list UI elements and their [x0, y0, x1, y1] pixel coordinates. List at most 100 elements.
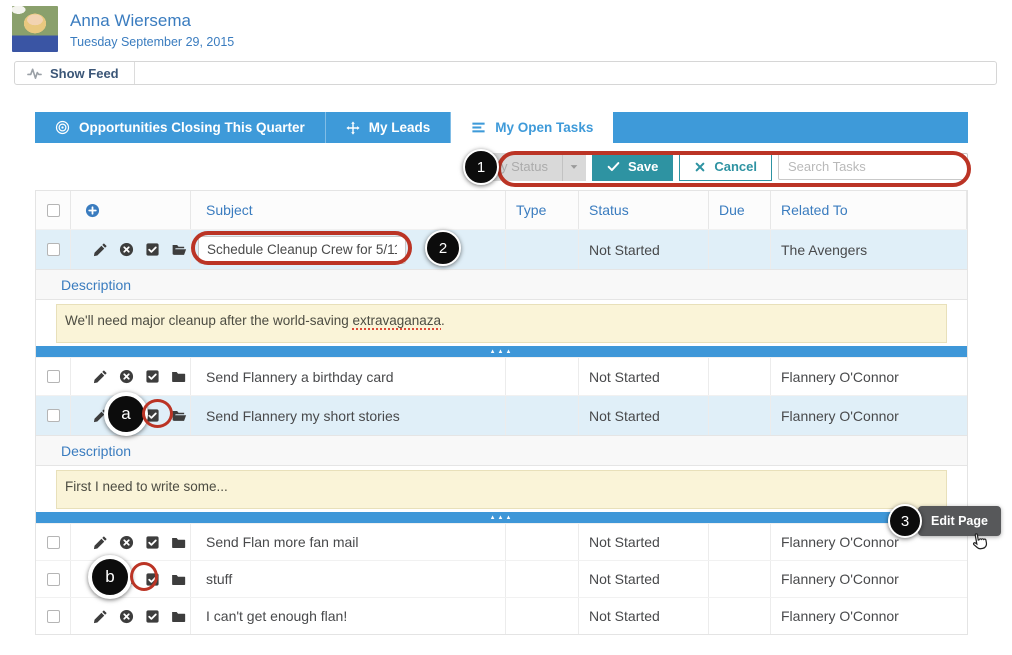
folder-icon[interactable]: [171, 535, 186, 550]
tasks-table: Subject Type Status Due Related To Not S…: [35, 190, 968, 635]
tab-label: Opportunities Closing This Quarter: [79, 120, 305, 135]
related-to-cell: Flannery O'Connor: [771, 561, 967, 597]
description-section: First I need to write some...: [36, 466, 967, 512]
type-cell: [506, 598, 579, 634]
delete-icon[interactable]: [119, 369, 134, 384]
column-header-status[interactable]: Status: [579, 191, 709, 229]
table-row: I can't get enough flan! Not Started Fla…: [36, 597, 967, 634]
delete-icon[interactable]: [119, 535, 134, 550]
tab-bar: Opportunities Closing This Quarter My Le…: [35, 112, 968, 143]
edit-page-button[interactable]: Edit Page: [918, 506, 1001, 536]
table-row: Send Flannery my short stories Not Start…: [36, 395, 967, 435]
grip-icon: ▲▲▲: [490, 515, 514, 521]
delete-icon[interactable]: [119, 609, 134, 624]
description-header: Description: [36, 269, 967, 300]
type-cell: [506, 524, 579, 560]
complete-icon[interactable]: [145, 369, 160, 384]
due-cell: [709, 524, 771, 560]
row-checkbox[interactable]: [47, 370, 60, 383]
status-cell: Not Started: [579, 598, 709, 634]
complete-icon[interactable]: [145, 535, 160, 550]
subject-cell: Send Flan more fan mail: [191, 524, 506, 560]
due-cell: [709, 396, 771, 435]
pencil-icon[interactable]: [93, 535, 108, 550]
related-to-cell: Flannery O'Connor: [771, 358, 967, 395]
pencil-icon[interactable]: [93, 242, 108, 257]
status-cell: Not Started: [579, 396, 709, 435]
bullseye-icon: [55, 120, 70, 135]
tab-label: My Open Tasks: [495, 120, 593, 135]
description-section: We'll need major cleanup after the world…: [36, 300, 967, 346]
tab-my-leads[interactable]: My Leads: [326, 112, 452, 143]
show-feed-label: Show Feed: [50, 66, 119, 81]
tab-label: My Leads: [369, 120, 431, 135]
hand-cursor-icon: [967, 529, 992, 558]
grip-icon: ▲▲▲: [490, 349, 514, 355]
row-checkbox[interactable]: [47, 610, 60, 623]
table-row: Not Started The Avengers: [36, 229, 967, 269]
annotation-red-box-toolbar: [497, 151, 971, 187]
status-cell: Not Started: [579, 358, 709, 395]
table-row: Send Flannery a birthday card Not Starte…: [36, 357, 967, 395]
table-row: Send Flan more fan mail Not Started Flan…: [36, 523, 967, 560]
type-cell: [506, 396, 579, 435]
row-checkbox[interactable]: [47, 409, 60, 422]
pencil-icon[interactable]: [93, 609, 108, 624]
subject-cell: Send Flannery my short stories: [191, 396, 506, 435]
related-to-cell: Flannery O'Connor: [771, 396, 967, 435]
column-header-subject[interactable]: Subject: [191, 191, 506, 229]
status-cell: Not Started: [579, 524, 709, 560]
folder-icon[interactable]: [171, 609, 186, 624]
annotation-red-circle-folder-open: [142, 399, 173, 428]
complete-icon[interactable]: [145, 609, 160, 624]
column-header-type[interactable]: Type: [506, 191, 579, 229]
subject-cell: stuff: [191, 561, 506, 597]
user-date: Tuesday September 29, 2015: [70, 35, 234, 49]
pulse-icon: [27, 66, 42, 81]
page: Anna Wiersema Tuesday September 29, 2015…: [0, 0, 1012, 655]
resize-handle[interactable]: ▲▲▲: [36, 346, 967, 357]
list-icon: [471, 120, 486, 135]
misspelled-word: extravaganaza: [352, 313, 441, 328]
status-cell: Not Started: [579, 561, 709, 597]
pencil-icon[interactable]: [93, 369, 108, 384]
column-header-related[interactable]: Related To: [771, 191, 967, 229]
due-cell: [709, 230, 771, 269]
folder-open-icon[interactable]: [171, 408, 187, 423]
description-header: Description: [36, 435, 967, 466]
feed-bar: Show Feed: [14, 61, 997, 85]
delete-icon[interactable]: [119, 242, 134, 257]
annotation-callout-2: 2: [425, 230, 461, 266]
description-textarea[interactable]: First I need to write some...: [56, 470, 947, 509]
tab-my-open-tasks[interactable]: My Open Tasks: [451, 112, 613, 143]
due-cell: [709, 561, 771, 597]
due-cell: [709, 358, 771, 395]
folder-open-icon[interactable]: [171, 242, 187, 257]
folder-icon[interactable]: [171, 369, 186, 384]
add-task-icon[interactable]: [85, 203, 100, 218]
related-to-cell: The Avengers: [771, 230, 967, 269]
type-cell: [506, 230, 579, 269]
type-cell: [506, 358, 579, 395]
move-icon: [346, 121, 360, 135]
profile-header: Anna Wiersema Tuesday September 29, 2015: [12, 6, 234, 52]
status-cell: Not Started: [579, 230, 709, 269]
complete-icon[interactable]: [145, 242, 160, 257]
description-text: We'll need major cleanup after the world…: [65, 313, 352, 328]
column-header-due[interactable]: Due: [709, 191, 771, 229]
user-name: Anna Wiersema: [70, 11, 234, 31]
show-feed-button[interactable]: Show Feed: [15, 62, 135, 84]
row-checkbox[interactable]: [47, 243, 60, 256]
row-checkbox[interactable]: [47, 536, 60, 549]
folder-icon[interactable]: [171, 572, 186, 587]
description-textarea[interactable]: We'll need major cleanup after the world…: [56, 304, 947, 343]
avatar: [12, 6, 58, 52]
row-checkbox[interactable]: [47, 573, 60, 586]
resize-handle[interactable]: ▲▲▲: [36, 512, 967, 523]
annotation-callout-3: 3: [888, 504, 922, 538]
related-to-cell: Flannery O'Connor: [771, 598, 967, 634]
tab-opportunities[interactable]: Opportunities Closing This Quarter: [35, 112, 326, 143]
select-all-checkbox[interactable]: [47, 204, 60, 217]
subject-cell: Send Flannery a birthday card: [191, 358, 506, 395]
table-header-row: Subject Type Status Due Related To: [36, 191, 967, 229]
